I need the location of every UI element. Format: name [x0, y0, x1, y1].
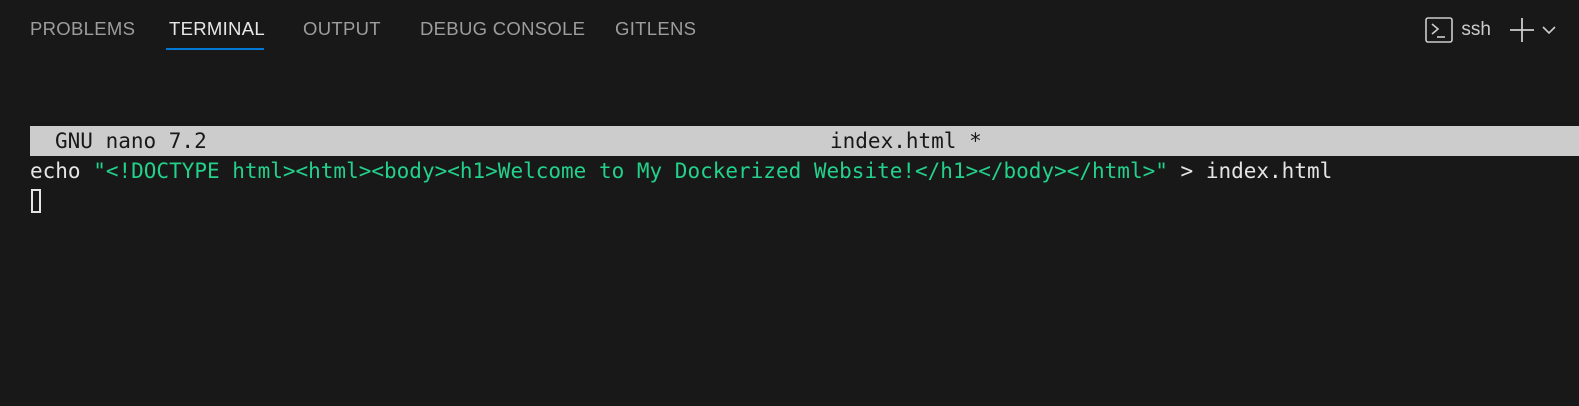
tab-debug-console[interactable]: DEBUG CONSOLE	[420, 18, 585, 40]
terminal-profile-label[interactable]: ssh	[1461, 19, 1491, 41]
tab-output[interactable]: OUTPUT	[303, 18, 381, 40]
cursor-line	[30, 186, 1579, 218]
nano-version: GNU nano 7.2	[55, 129, 207, 153]
panel-actions: ssh	[1425, 14, 1557, 46]
chevron-down-icon[interactable]	[1541, 22, 1557, 38]
tab-gitlens[interactable]: GITLENS	[615, 18, 696, 40]
terminal-icon[interactable]	[1425, 17, 1454, 43]
command-string: "<!DOCTYPE html><html><body><h1>Welcome …	[93, 159, 1168, 183]
active-tab-indicator	[166, 48, 264, 50]
plus-icon[interactable]	[1509, 17, 1535, 43]
panel-tab-bar: PROBLEMS TERMINAL OUTPUT DEBUG CONSOLE G…	[0, 0, 1579, 58]
terminal-view[interactable]: GNU nano 7.2 index.html * echo "<!DOCTYP…	[30, 126, 1579, 218]
command-redirect: > index.html	[1167, 159, 1333, 183]
nano-filename: index.html *	[830, 129, 982, 153]
text-cursor	[31, 189, 41, 213]
terminal-line: echo "<!DOCTYPE html><html><body><h1>Wel…	[30, 156, 1579, 186]
tab-problems[interactable]: PROBLEMS	[30, 18, 135, 40]
nano-title-bar: GNU nano 7.2 index.html *	[30, 126, 1579, 156]
tab-terminal[interactable]: TERMINAL	[169, 18, 265, 40]
